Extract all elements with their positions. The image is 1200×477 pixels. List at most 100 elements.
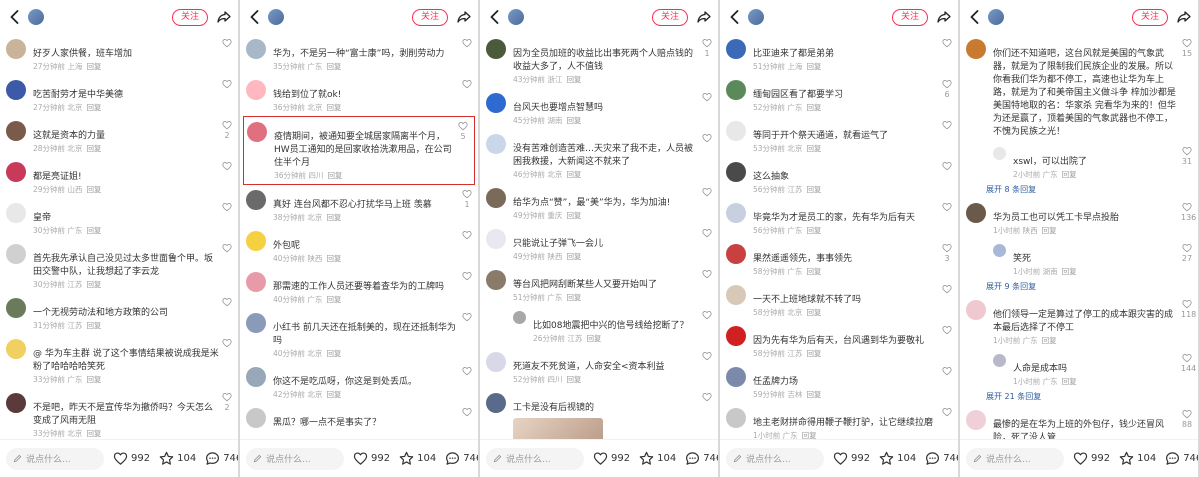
commenter-name-blurred[interactable] [1013, 145, 1180, 156]
comment-item[interactable]: 死道友不死贫道，人命安全<资本利益 52分钟前 四川 回复 [480, 347, 718, 388]
commenter-name-blurred[interactable] [753, 242, 940, 253]
comment-input[interactable]: 说点什么... [726, 447, 824, 470]
reply-link[interactable]: 回复 [326, 349, 341, 358]
commenter-name-blurred[interactable] [753, 78, 940, 89]
comment-item[interactable]: 这么抽象 56分钟前 江苏 回复 [720, 157, 958, 198]
commenter-avatar[interactable] [726, 326, 746, 346]
comment-like-button[interactable]: 144 [1181, 353, 1196, 373]
commenter-name-blurred[interactable] [33, 296, 220, 307]
commenter-name-blurred[interactable] [33, 201, 220, 212]
comment-like-button[interactable] [941, 284, 953, 295]
commenter-avatar[interactable] [993, 147, 1006, 160]
commenter-name-blurred[interactable] [513, 91, 700, 102]
reply-link[interactable]: 回复 [327, 171, 342, 180]
comment-image[interactable] [513, 418, 603, 439]
commenter-avatar[interactable] [486, 270, 506, 290]
comment-like-button[interactable] [941, 407, 953, 418]
comment-item[interactable]: 比亚迪来了都是弟弟 51分钟前 上海 回复 [720, 34, 958, 75]
follow-button[interactable]: 关注 [411, 8, 448, 26]
comment-item[interactable]: 华为，不是另一种“富士康”吗，剥削劳动力 35分钟前 广东 回复 [240, 34, 478, 75]
author-avatar[interactable] [988, 9, 1004, 25]
commenter-avatar[interactable] [246, 272, 266, 292]
expand-replies-link[interactable]: 展开 21 条回复 [986, 390, 1198, 405]
comment-item[interactable]: 那需速的工作人员还要等着查华为的工牌吗 40分钟前 广东 回复 [240, 267, 478, 308]
reply-link[interactable]: 回复 [806, 144, 821, 153]
comment-list[interactable]: 比亚迪来了都是弟弟 51分钟前 上海 回复 缅甸园区看了都要学习 52分钟前 广东 回复… [720, 34, 958, 439]
comment-like-button[interactable] [221, 243, 233, 254]
comment-like-button[interactable] [461, 366, 473, 377]
reply-link[interactable]: 回复 [806, 349, 821, 358]
author-name-blurred[interactable] [290, 11, 412, 24]
commenter-name-blurred[interactable] [533, 309, 700, 320]
author-avatar[interactable] [28, 9, 44, 25]
commenter-avatar[interactable] [726, 244, 746, 264]
comment-item[interactable]: 地主老财拼命得用鞭子鞭打驴，让它继续拉磨 1小时前 广东 回复 [720, 403, 958, 439]
comment-like-button[interactable]: 2 [221, 120, 233, 140]
comment-like-button[interactable]: 27 [1181, 243, 1193, 263]
comment-like-button[interactable]: 15 [1181, 38, 1193, 58]
comment-item[interactable]: 好歹人家供餐，班车增加 27分钟前 上海 回复 [0, 34, 238, 75]
reply-link[interactable]: 回复 [326, 62, 341, 71]
comment-item[interactable]: 工卡是没有后视镜的 [480, 388, 718, 439]
comment-like-button[interactable] [221, 338, 233, 349]
reply-link[interactable]: 回复 [326, 213, 341, 222]
reply-link[interactable]: 回复 [326, 390, 341, 399]
reply-link[interactable]: 回复 [806, 226, 821, 235]
comment-list[interactable]: 因为全员加班的收益比出事死两个人赔点钱的收益大多了，人不值钱 43分钟前 浙江 回复… [480, 34, 718, 439]
comment-like-button[interactable] [221, 38, 233, 49]
commenter-avatar[interactable] [246, 313, 266, 333]
reply-link[interactable]: 回复 [1062, 267, 1077, 276]
commenter-avatar[interactable] [246, 39, 266, 59]
comment-like-button[interactable] [461, 407, 473, 418]
commenter-name-blurred[interactable] [513, 268, 700, 279]
commenter-avatar[interactable] [486, 188, 506, 208]
commenter-avatar[interactable] [726, 367, 746, 387]
commenter-avatar[interactable] [6, 203, 26, 223]
reply-link[interactable]: 回复 [1062, 170, 1077, 179]
commenter-avatar[interactable] [247, 122, 267, 142]
collect-count-button[interactable]: 104 [159, 451, 196, 466]
reply-link[interactable]: 回复 [802, 431, 817, 439]
commenter-name-blurred[interactable] [753, 365, 940, 376]
comment-list[interactable]: 你们还不知道吧，这台风就是美国的气象武器，就是为了限制我们民族企业的发展。所以你… [960, 34, 1198, 439]
comment-like-button[interactable] [221, 161, 233, 172]
comment-list[interactable]: 好歹人家供餐，班车增加 27分钟前 上海 回复 吃苦耐劳才是中华美德 27分钟前 北京… [0, 34, 238, 439]
like-count-button[interactable]: 992 [353, 451, 390, 466]
author-name-blurred[interactable] [1010, 11, 1132, 24]
comment-like-button[interactable] [461, 230, 473, 241]
commenter-name-blurred[interactable] [753, 324, 940, 335]
author-name-blurred[interactable] [50, 11, 172, 24]
commenter-name-blurred[interactable] [753, 283, 940, 294]
follow-button[interactable]: 关注 [1131, 8, 1168, 26]
reply-link[interactable]: 回复 [326, 103, 341, 112]
reply-link[interactable]: 回复 [566, 170, 581, 179]
commenter-avatar[interactable] [246, 367, 266, 387]
commenter-name-blurred[interactable] [993, 37, 1180, 48]
reply-link[interactable]: 回复 [86, 321, 101, 330]
comment-item[interactable]: 你这不是吃瓜呀，你这是到处丢瓜。 42分钟前 北京 回复 [240, 362, 478, 403]
comment-like-button[interactable] [941, 161, 953, 172]
commenter-name-blurred[interactable] [753, 37, 940, 48]
commenter-name-blurred[interactable] [753, 406, 940, 417]
comment-item[interactable]: 首先我先承认自己没见过太多世面鲁个甲。坂田交警中队，让我想起了李云龙 30分钟前 … [0, 239, 238, 293]
expand-replies-link[interactable]: 展开 9 条回复 [986, 280, 1198, 295]
follow-button[interactable]: 关注 [171, 8, 208, 26]
reply-link[interactable]: 回复 [86, 62, 101, 71]
comment-item[interactable]: 等台风把网刮断某些人又要开始叫了 51分钟前 广东 回复 [480, 265, 718, 306]
commenter-name-blurred[interactable] [993, 298, 1180, 309]
commenter-avatar[interactable] [6, 244, 26, 264]
comment-item[interactable]: 没有苦难创造苦难…天灾来了我不走，人员被困我救援，大新闻这不就来了 46分钟前 北… [480, 129, 718, 183]
commenter-avatar[interactable] [993, 244, 1006, 257]
comment-like-button[interactable] [701, 187, 713, 198]
share-icon[interactable] [1176, 9, 1192, 25]
reply-item[interactable]: 笑死 1小时前 湖南 回复 27 [960, 239, 1198, 280]
comment-count-button[interactable]: 746 [1165, 451, 1198, 466]
commenter-name-blurred[interactable] [33, 78, 220, 89]
like-count-button[interactable]: 992 [1073, 451, 1110, 466]
commenter-avatar[interactable] [246, 408, 266, 428]
share-icon[interactable] [456, 9, 472, 25]
reply-link[interactable]: 回复 [86, 280, 101, 289]
commenter-name-blurred[interactable] [273, 311, 460, 322]
comment-item[interactable]: 最惨的是在华为上班的外包仔，钱少还冒风险，死了没人管1小时前 江苏回复88 [960, 405, 1198, 439]
comment-like-button[interactable]: 2 [221, 392, 233, 412]
